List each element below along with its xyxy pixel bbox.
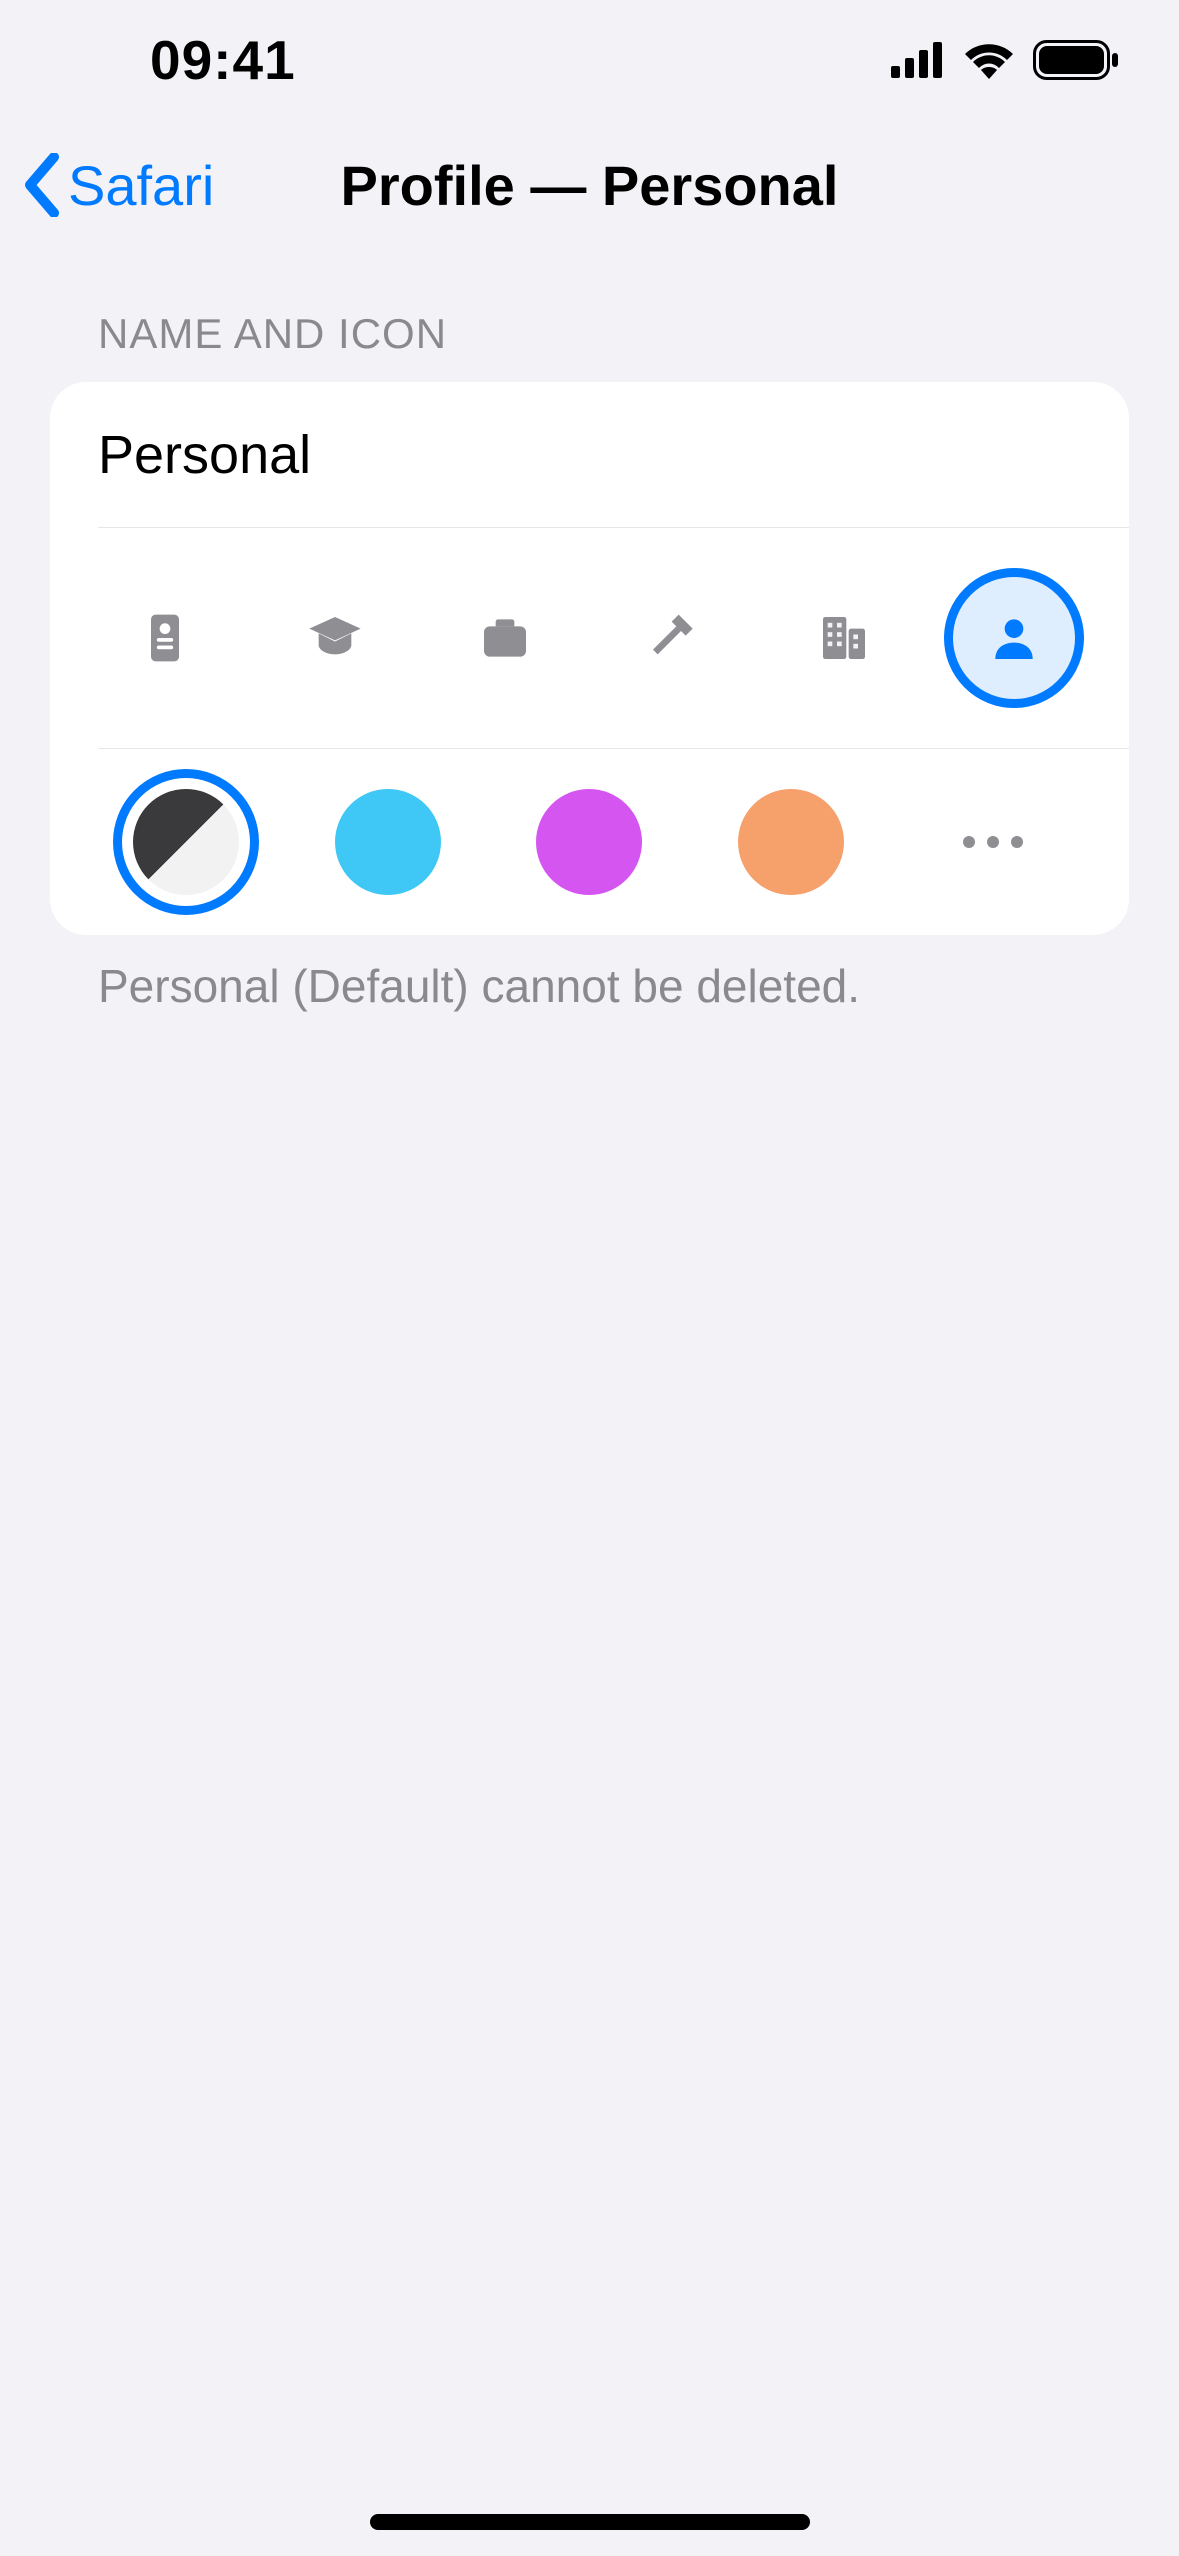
color-option-purple[interactable] [536, 789, 642, 895]
name-row[interactable] [50, 382, 1129, 527]
section-header: NAME AND ICON [50, 310, 1129, 382]
building-icon [816, 610, 872, 666]
icon-option-briefcase[interactable] [435, 568, 575, 708]
briefcase-icon [477, 610, 533, 666]
color-option-system[interactable] [133, 789, 239, 895]
color-picker-row [50, 749, 1129, 935]
ellipsis-icon [963, 836, 975, 848]
card [50, 382, 1129, 935]
back-label: Safari [68, 153, 214, 218]
wifi-icon [963, 41, 1015, 79]
icon-picker-row [50, 528, 1129, 748]
cellular-icon [891, 42, 945, 78]
icon-option-person[interactable] [944, 568, 1084, 708]
color-option-blue[interactable] [335, 789, 441, 895]
home-indicator[interactable] [370, 2514, 810, 2530]
status-indicators [891, 40, 1119, 80]
icon-option-graduation[interactable] [265, 568, 405, 708]
person-icon [986, 610, 1042, 666]
battery-icon [1033, 40, 1119, 80]
ellipsis-icon [987, 836, 999, 848]
profile-name-input[interactable] [98, 424, 1081, 486]
icon-option-badge[interactable] [95, 568, 235, 708]
section-name-and-icon: NAME AND ICON [0, 250, 1179, 1013]
ellipsis-icon [1011, 836, 1023, 848]
icon-option-hammer[interactable] [604, 568, 744, 708]
status-time: 09:41 [150, 28, 296, 92]
status-bar: 09:41 [0, 0, 1179, 120]
nav-bar: Safari Profile — Personal [0, 120, 1179, 250]
badge-icon [137, 610, 193, 666]
color-option-more[interactable] [940, 789, 1046, 895]
hammer-icon [646, 610, 702, 666]
graduation-cap-icon [307, 610, 363, 666]
icon-option-building[interactable] [774, 568, 914, 708]
chevron-left-icon [22, 153, 62, 217]
back-button[interactable]: Safari [22, 153, 214, 218]
color-option-orange[interactable] [738, 789, 844, 895]
section-footer: Personal (Default) cannot be deleted. [50, 935, 1129, 1013]
